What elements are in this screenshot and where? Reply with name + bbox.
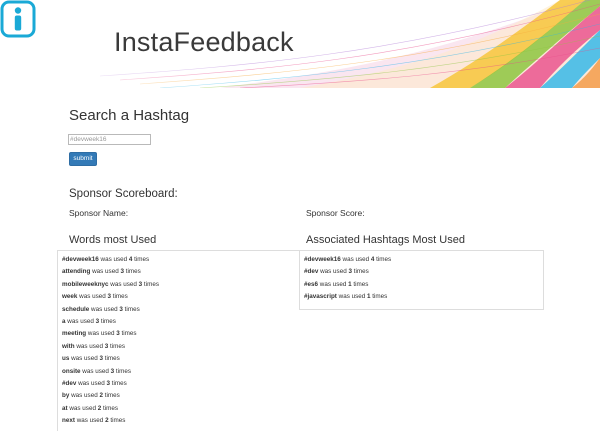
item-suffix: times xyxy=(374,256,392,263)
item-suffix: times xyxy=(132,256,150,263)
item-text: was used xyxy=(69,355,100,363)
item-word: with xyxy=(62,342,75,350)
list-item: at was used 2 times xyxy=(62,405,159,417)
item-word: #devweek16 xyxy=(62,256,99,263)
item-suffix: times xyxy=(351,280,369,288)
item-text: was used xyxy=(74,417,106,425)
list-item: #javascript was used 1 times xyxy=(304,293,391,305)
item-word: mobileweeknyc xyxy=(62,280,109,288)
list-item: #dev was used 3 times xyxy=(62,380,159,392)
list-item: schedule was used 3 times xyxy=(62,306,159,318)
list-item: a was used 3 times xyxy=(62,318,159,330)
item-word: #dev xyxy=(304,268,319,276)
item-suffix: times xyxy=(101,404,119,412)
item-word: attending xyxy=(62,268,91,276)
list-item: next was used 2 times xyxy=(62,417,159,429)
list-item: #devweek16 was used 4 times xyxy=(62,256,159,268)
sponsor-name-label: Sponsor Name: xyxy=(69,208,129,218)
item-suffix: times xyxy=(111,293,128,301)
words-heading: Words most Used xyxy=(69,234,157,246)
list-item: us was used 3 times xyxy=(62,355,159,367)
words-list: #devweek16 was used 4 times attending was… xyxy=(62,256,159,429)
list-item: mobileweeknyc was used 3 times xyxy=(62,281,159,293)
info-i-icon xyxy=(0,0,36,38)
item-word: #devweek16 xyxy=(304,256,341,263)
item-text: was used xyxy=(89,305,120,313)
list-item: attending was used 3 times xyxy=(62,268,159,280)
item-word: schedule xyxy=(62,305,90,313)
item-text: was used xyxy=(74,342,105,350)
list-item: by was used 2 times xyxy=(62,392,159,404)
item-word: next xyxy=(62,417,75,425)
item-word: onsite xyxy=(62,367,81,375)
list-item: #dev was used 3 times xyxy=(304,268,391,280)
item-text: was used xyxy=(318,280,349,288)
list-item: meeting was used 3 times xyxy=(62,330,159,342)
hashtags-heading: Associated Hashtags Most Used xyxy=(306,234,465,246)
item-suffix: times xyxy=(119,330,137,338)
item-text: was used xyxy=(80,367,111,375)
search-heading: Search a Hashtag xyxy=(69,107,190,124)
hashtags-panel: #devweek16 was used 4 times #dev was used… xyxy=(299,250,544,310)
item-word: meeting xyxy=(62,330,87,338)
search-input[interactable] xyxy=(68,134,151,145)
item-word: #es6 xyxy=(304,280,319,288)
item-word: #dev xyxy=(62,379,77,387)
item-text: was used xyxy=(67,404,98,412)
item-text: was used xyxy=(90,268,121,276)
rainbow-waves-decoration xyxy=(0,0,600,88)
item-word: week xyxy=(62,293,78,301)
list-item: #devweek16 was used 4 times xyxy=(304,256,391,268)
list-item: week was used 3 times xyxy=(62,293,159,305)
item-suffix: times xyxy=(99,317,116,325)
header-banner: InstaFeedback xyxy=(0,0,600,88)
words-panel: #devweek16 was used 4 times attending was… xyxy=(57,250,300,431)
item-suffix: times xyxy=(142,280,159,288)
item-text: was used xyxy=(76,379,107,387)
app-title: InstaFeedback xyxy=(114,27,294,57)
list-item: onsite was used 3 times xyxy=(62,368,159,380)
hashtags-list: #devweek16 was used 4 times #dev was used… xyxy=(304,256,391,306)
scoreboard-heading: Sponsor Scoreboard: xyxy=(69,188,178,200)
item-text: was used xyxy=(65,317,96,325)
list-item: with was used 3 times xyxy=(62,343,159,355)
item-suffix: times xyxy=(123,268,141,276)
item-text: was used xyxy=(77,293,108,301)
sponsor-score-label: Sponsor Score: xyxy=(306,208,365,218)
item-suffix: times xyxy=(370,293,388,301)
item-suffix: times xyxy=(108,417,126,425)
item-suffix: times xyxy=(109,379,127,387)
submit-button[interactable]: submit xyxy=(69,152,97,166)
item-suffix: times xyxy=(108,342,126,350)
item-text: was used xyxy=(336,293,368,301)
item-suffix: times xyxy=(102,355,120,363)
item-text: was used xyxy=(108,280,139,288)
item-word: #javascript xyxy=(304,293,337,301)
list-item: #es6 was used 1 times xyxy=(304,281,391,293)
item-text: was used xyxy=(98,256,129,263)
item-text: was used xyxy=(86,330,117,338)
item-suffix: times xyxy=(102,392,120,400)
item-suffix: times xyxy=(351,268,369,276)
item-text: was used xyxy=(318,268,349,276)
item-text: was used xyxy=(340,256,371,263)
item-suffix: times xyxy=(122,305,140,313)
item-suffix: times xyxy=(114,367,131,375)
item-text: was used xyxy=(69,392,100,400)
